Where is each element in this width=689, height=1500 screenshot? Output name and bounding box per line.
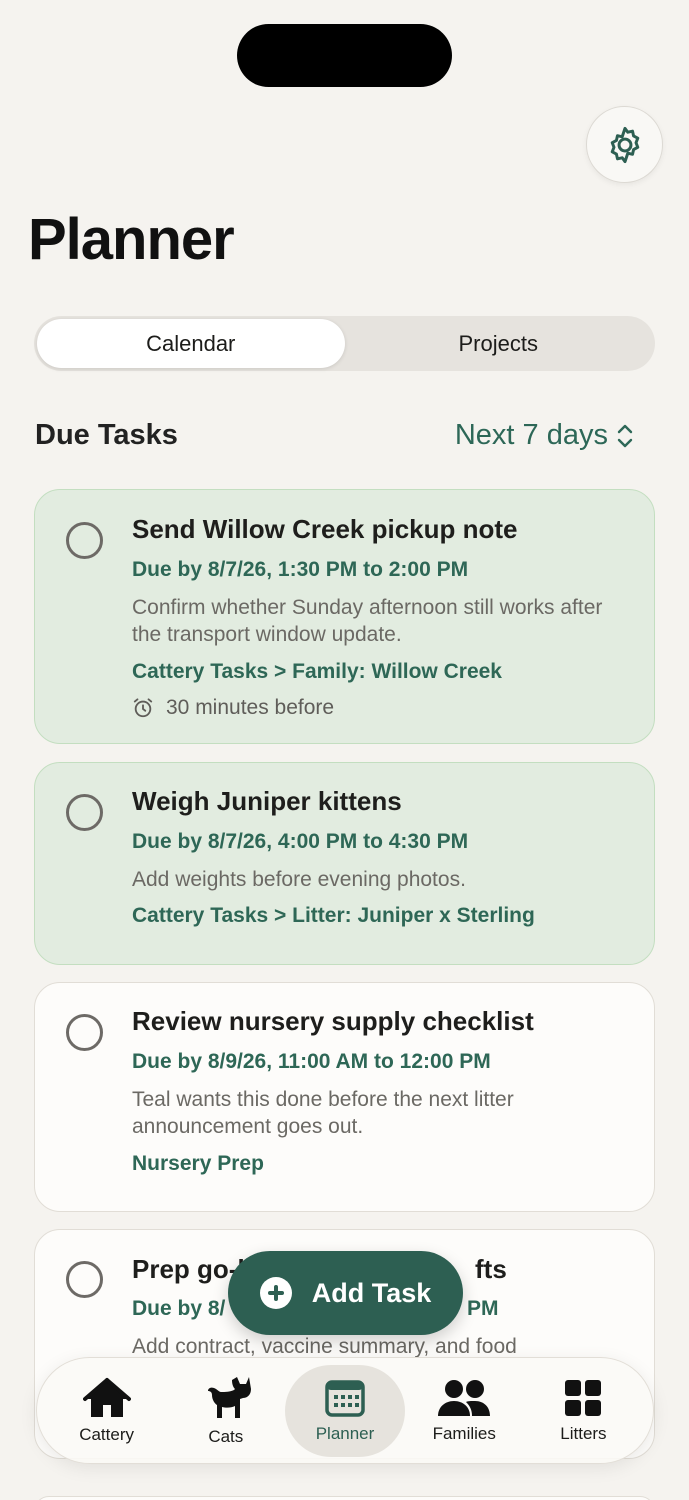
task-due-tail: PM (467, 1297, 499, 1320)
chevron-up-down-icon (617, 424, 633, 447)
task-card[interactable]: Review nursery supply checklist Due by 8… (34, 982, 655, 1212)
settings-button[interactable] (586, 106, 663, 183)
task-card[interactable]: Weigh Juniper kittens Due by 8/7/26, 4:0… (34, 762, 655, 965)
due-tasks-heading: Due Tasks (35, 419, 178, 451)
task-checkbox[interactable] (66, 1261, 103, 1298)
tab-cattery[interactable]: Cattery (47, 1365, 166, 1457)
alarm-clock-icon (133, 698, 153, 718)
tab-litters[interactable]: Litters (524, 1365, 643, 1457)
task-description: Add contract, vaccine summary, and food (132, 1335, 517, 1358)
tab-label: Families (432, 1423, 496, 1443)
tab-planner[interactable]: Planner (285, 1364, 405, 1457)
task-due: Due by 8/9/26, 11:00 AM to 12:00 PM (132, 1050, 491, 1073)
tab-label: Planner (315, 1423, 375, 1443)
tab-families[interactable]: Families (405, 1365, 524, 1457)
task-description: Add weights before evening photos. (132, 868, 466, 891)
task-path[interactable]: Nursery Prep (132, 1152, 264, 1176)
task-card[interactable] (34, 1496, 655, 1500)
task-path[interactable]: Cattery Tasks > Litter: Juniper x Sterli… (132, 904, 535, 928)
task-checkbox[interactable] (66, 1014, 103, 1051)
task-title: Weigh Juniper kittens (132, 786, 402, 816)
range-picker[interactable]: Next 7 days (455, 419, 634, 452)
cat-icon (207, 1376, 251, 1418)
task-title-tail: fts (475, 1254, 507, 1284)
tab-cats[interactable]: Cats (166, 1365, 285, 1457)
task-title: Review nursery supply checklist (132, 1006, 534, 1036)
task-due: Due by 8/7/26, 4:00 PM to 4:30 PM (132, 830, 469, 853)
people-icon (438, 1379, 491, 1416)
grid-icon (565, 1379, 602, 1416)
segment-calendar[interactable]: Calendar (37, 319, 345, 368)
tab-label: Cats (208, 1426, 244, 1446)
task-title: Send Willow Creek pickup note (132, 514, 518, 544)
task-description: Confirm whether Sunday afternoon still w… (132, 596, 603, 646)
page-title: Planner (28, 207, 235, 272)
task-card[interactable]: Send Willow Creek pickup note Due by 8/7… (34, 489, 655, 744)
segment-projects[interactable]: Projects (345, 319, 653, 368)
add-task-button[interactable]: Add Task (228, 1251, 463, 1335)
task-path[interactable]: Cattery Tasks > Family: Willow Creek (132, 660, 502, 684)
task-checkbox[interactable] (66, 522, 103, 559)
tab-label: Cattery (79, 1424, 134, 1444)
plus-circle-icon (259, 1277, 292, 1309)
house-icon (82, 1377, 131, 1417)
task-checkbox[interactable] (66, 794, 103, 831)
task-reminder: 30 minutes before (132, 696, 334, 720)
task-description: Teal wants this done before the next lit… (132, 1088, 514, 1138)
calendar-icon (325, 1379, 365, 1417)
tab-label: Litters (560, 1423, 607, 1443)
range-label: Next 7 days (454, 419, 608, 451)
task-due: Due by 8/7/26, 1:30 PM to 2:00 PM (132, 558, 469, 581)
tab-bar: Cattery Cats Planner Families Litters (36, 1357, 654, 1464)
add-task-label: Add Task (311, 1277, 432, 1308)
reminder-text: 30 minutes before (166, 696, 335, 719)
view-segmented-control: Calendar Projects (34, 316, 655, 371)
dynamic-island (237, 24, 452, 87)
gear-icon (610, 126, 639, 163)
task-due: Due by 8/ (132, 1297, 226, 1320)
